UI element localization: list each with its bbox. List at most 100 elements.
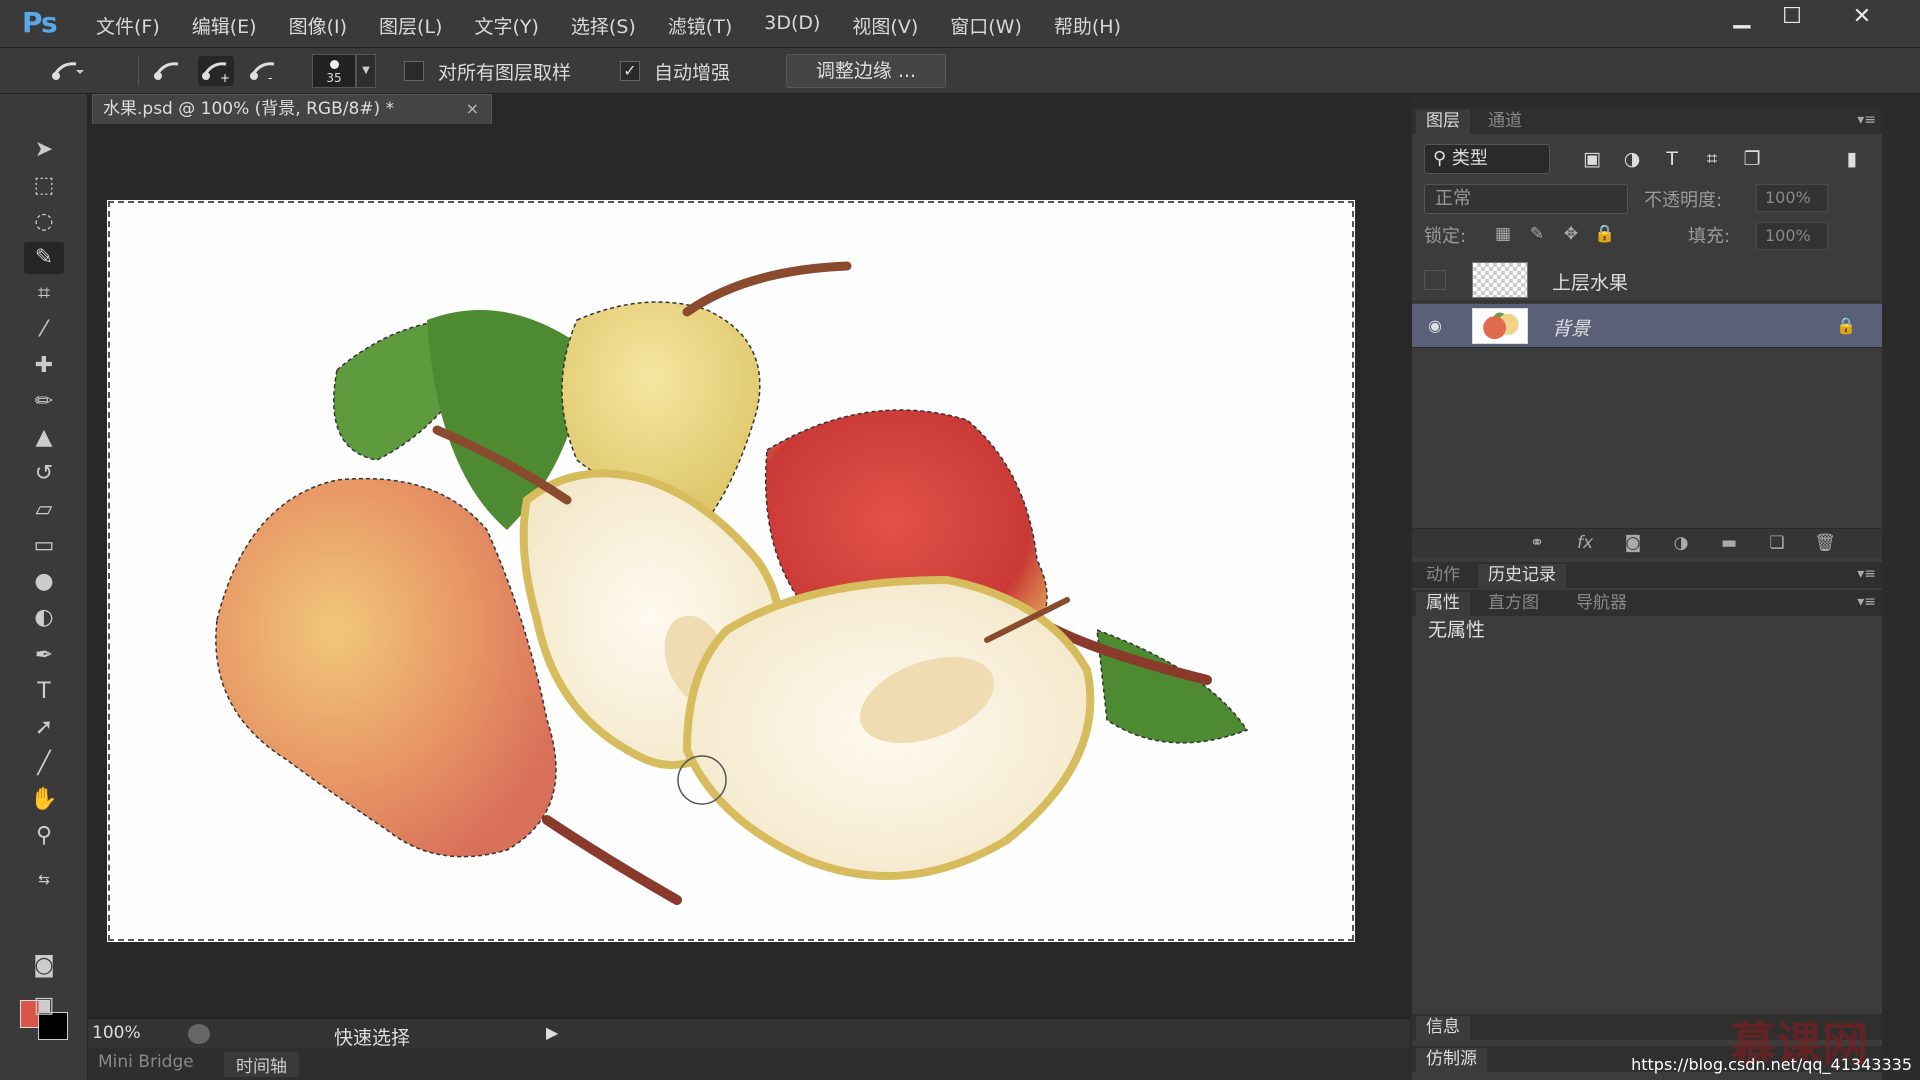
- image-canvas[interactable]: [107, 200, 1355, 942]
- gradient-tool-icon[interactable]: ▭: [24, 530, 64, 562]
- subtract-from-selection-icon[interactable]: -: [246, 56, 282, 86]
- filter-toggle-icon[interactable]: ▮: [1838, 146, 1866, 172]
- zoom-tool-icon[interactable]: ⚲: [24, 820, 64, 852]
- delete-layer-icon[interactable]: 🗑: [1812, 533, 1838, 555]
- auto-enhance-checkbox[interactable]: ✓: [620, 61, 640, 81]
- lasso-tool-icon[interactable]: ◌: [24, 206, 64, 238]
- menu-type[interactable]: 文字(Y): [474, 12, 538, 39]
- link-layers-icon[interactable]: ⚭: [1524, 533, 1550, 555]
- svg-text:-: -: [268, 71, 272, 85]
- properties-empty-text: 无属性: [1428, 619, 1486, 641]
- blur-tool-icon[interactable]: ●: [24, 566, 64, 598]
- history-brush-tool-icon[interactable]: ↺: [24, 458, 64, 490]
- tab-channels[interactable]: 通道: [1478, 110, 1532, 134]
- status-menu-arrow-icon[interactable]: ▶: [546, 1023, 558, 1042]
- new-selection-icon[interactable]: [150, 56, 186, 86]
- sample-all-layers-checkbox[interactable]: [404, 61, 424, 81]
- type-tool-icon[interactable]: T: [24, 676, 64, 708]
- panel-menu-icon[interactable]: ▾≡: [1857, 566, 1876, 582]
- minimize-button[interactable]: ▁: [1720, 4, 1764, 30]
- tool-preset-icon[interactable]: [48, 56, 84, 86]
- panel-menu-icon[interactable]: ▾≡: [1857, 594, 1876, 610]
- healing-brush-tool-icon[interactable]: ✚: [24, 350, 64, 382]
- tab-clone-source[interactable]: 仿制源: [1416, 1048, 1487, 1072]
- clone-stamp-tool-icon[interactable]: ▲: [24, 422, 64, 454]
- menu-image[interactable]: 图像(I): [289, 12, 347, 39]
- screen-mode-icon[interactable]: ▣: [24, 990, 64, 1022]
- status-info-icon[interactable]: [188, 1024, 210, 1044]
- visibility-toggle[interactable]: [1424, 270, 1446, 290]
- document-tab[interactable]: 水果.psd @ 100% (背景, RGB/8#) * ×: [92, 94, 492, 124]
- lock-position-icon[interactable]: ✥: [1558, 224, 1584, 248]
- move-tool-icon[interactable]: ➤: [24, 134, 64, 166]
- auto-enhance-label: 自动增强: [654, 62, 731, 84]
- layer-row[interactable]: 上层水果: [1412, 258, 1882, 302]
- add-to-selection-icon[interactable]: +: [198, 56, 234, 86]
- menu-layer[interactable]: 图层(L): [379, 12, 442, 39]
- layer-filter-select[interactable]: ⚲ 类型: [1424, 144, 1550, 174]
- lock-all-icon[interactable]: 🔒: [1592, 224, 1618, 248]
- eye-icon[interactable]: ◉: [1424, 316, 1446, 336]
- lock-transparent-icon[interactable]: ▦: [1490, 224, 1516, 248]
- quick-mask-icon[interactable]: ◙: [24, 950, 64, 982]
- smart-object-filter-icon[interactable]: ❐: [1738, 146, 1766, 172]
- brush-tool-icon[interactable]: ✏: [24, 386, 64, 418]
- dodge-tool-icon[interactable]: ◐: [24, 602, 64, 634]
- path-selection-tool-icon[interactable]: ➚: [24, 712, 64, 744]
- zoom-level[interactable]: 100%: [92, 1023, 141, 1043]
- lock-image-icon[interactable]: ✎: [1524, 224, 1550, 248]
- opacity-field[interactable]: 100%: [1756, 184, 1828, 212]
- shape-filter-icon[interactable]: ⌗: [1698, 146, 1726, 172]
- menu-help[interactable]: 帮助(H): [1054, 12, 1121, 39]
- fill-field[interactable]: 100%: [1756, 222, 1828, 250]
- lock-label: 锁定:: [1424, 226, 1467, 247]
- tab-properties[interactable]: 属性: [1416, 592, 1470, 616]
- layer-style-icon[interactable]: fx: [1572, 533, 1598, 555]
- tab-histogram[interactable]: 直方图: [1478, 592, 1549, 616]
- brush-picker[interactable]: 35: [312, 54, 356, 88]
- layer-row-selected[interactable]: ◉ 背景 🔒: [1412, 304, 1882, 348]
- layer-name[interactable]: 背景: [1552, 314, 1590, 341]
- menu-filter[interactable]: 滤镜(T): [668, 12, 732, 39]
- tab-layers[interactable]: 图层: [1416, 110, 1470, 134]
- tab-info[interactable]: 信息: [1416, 1016, 1470, 1040]
- menu-3d[interactable]: 3D(D): [764, 12, 820, 39]
- add-mask-icon[interactable]: ◙: [1620, 533, 1646, 555]
- line-tool-icon[interactable]: ╱: [24, 748, 64, 780]
- eyedropper-tool-icon[interactable]: ⁄: [24, 314, 64, 346]
- brush-dropdown-arrow[interactable]: ▼: [356, 54, 376, 88]
- tab-actions[interactable]: 动作: [1416, 564, 1470, 588]
- menu-view[interactable]: 视图(V): [852, 12, 918, 39]
- menu-edit[interactable]: 编辑(E): [192, 12, 257, 39]
- menu-select[interactable]: 选择(S): [571, 12, 636, 39]
- tab-mini-bridge[interactable]: Mini Bridge: [98, 1052, 194, 1072]
- quick-selection-tool-icon[interactable]: ✎: [24, 242, 64, 274]
- tab-navigator[interactable]: 导航器: [1566, 592, 1637, 616]
- layer-name[interactable]: 上层水果: [1552, 268, 1628, 295]
- maximize-button[interactable]: ☐: [1770, 4, 1814, 30]
- adjustment-layer-icon[interactable]: ◑: [1668, 533, 1694, 555]
- adjustment-filter-icon[interactable]: ◑: [1618, 146, 1646, 172]
- crop-tool-icon[interactable]: ⌗: [24, 278, 64, 310]
- pixel-filter-icon[interactable]: ▣: [1578, 146, 1606, 172]
- refine-edge-button[interactable]: 调整边缘 ...: [786, 54, 946, 88]
- new-layer-icon[interactable]: ❏: [1764, 533, 1790, 555]
- swap-colors-icon[interactable]: ⇆: [24, 864, 64, 896]
- marquee-tool-icon[interactable]: ⬚: [24, 170, 64, 202]
- panel-menu-icon[interactable]: ▾≡: [1857, 112, 1876, 128]
- eraser-tool-icon[interactable]: ▱: [24, 494, 64, 526]
- pen-tool-icon[interactable]: ✒: [24, 640, 64, 672]
- document-tab-close-icon[interactable]: ×: [466, 95, 479, 123]
- new-group-icon[interactable]: ▬: [1716, 533, 1742, 555]
- brush-tip-icon: [330, 60, 339, 69]
- opacity-label: 不透明度:: [1644, 190, 1723, 211]
- hand-tool-icon[interactable]: ✋: [24, 784, 64, 816]
- tab-history[interactable]: 历史记录: [1478, 564, 1566, 588]
- close-button[interactable]: ✕: [1840, 4, 1884, 30]
- tab-timeline[interactable]: 时间轴: [224, 1052, 299, 1077]
- menu-window[interactable]: 窗口(W): [950, 12, 1022, 39]
- menu-file[interactable]: 文件(F): [96, 12, 160, 39]
- blend-mode-select[interactable]: 正常: [1424, 184, 1628, 214]
- collapsed-dock: [1882, 94, 1920, 1080]
- type-filter-icon[interactable]: T: [1658, 146, 1686, 172]
